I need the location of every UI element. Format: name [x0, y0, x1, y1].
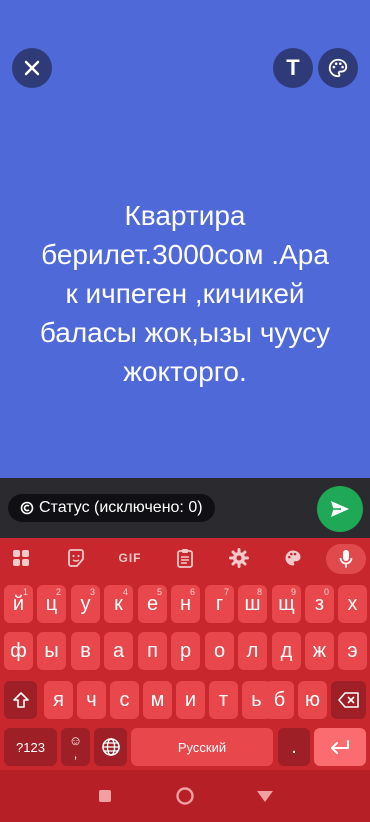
key[interactable]: ч — [77, 681, 106, 719]
symbols-key[interactable]: ?123 — [4, 728, 57, 766]
theme-palette-icon[interactable] — [280, 546, 306, 570]
key[interactable]: б — [265, 681, 294, 719]
back-triangle-icon — [257, 791, 273, 802]
privacy-label: Статус (исключено: 0) — [39, 499, 203, 516]
key[interactable]: ж — [305, 632, 334, 670]
status-text[interactable]: Квартира берилет.3000сом .Ара к ичпеген … — [20, 196, 350, 391]
sticker-icon[interactable] — [63, 546, 89, 570]
key[interactable]: с — [110, 681, 139, 719]
key[interactable]: з0 — [305, 585, 334, 623]
key-row-3: я ч с м и т ь б ю — [0, 681, 370, 721]
key[interactable]: а — [104, 632, 133, 670]
key[interactable]: я — [44, 681, 73, 719]
voice-input-button[interactable] — [326, 544, 366, 574]
key[interactable]: ш8 — [238, 585, 267, 623]
recents-button[interactable] — [95, 786, 115, 806]
language-key[interactable] — [94, 728, 127, 766]
status-canvas[interactable]: T Квартира берилет.3000сом .Ара к ичпеге… — [0, 0, 370, 478]
back-button[interactable] — [255, 786, 275, 806]
send-icon — [331, 501, 349, 517]
shift-key[interactable] — [4, 681, 37, 719]
key[interactable]: г7 — [205, 585, 234, 623]
key[interactable]: т — [209, 681, 238, 719]
key[interactable]: ы — [37, 632, 66, 670]
square-icon — [99, 790, 111, 802]
key-row-2: ф ы в а п р о л д ж э — [0, 632, 370, 672]
period-key[interactable]: . — [278, 728, 310, 766]
key[interactable]: е5 — [138, 585, 167, 623]
key[interactable]: л — [238, 632, 267, 670]
close-icon — [24, 60, 40, 76]
key[interactable]: х — [338, 585, 367, 623]
key[interactable]: ю — [298, 681, 327, 719]
privacy-icon — [20, 501, 34, 515]
enter-key[interactable] — [314, 728, 366, 766]
space-bar[interactable]: Русский — [131, 728, 273, 766]
key[interactable]: щ9 — [272, 585, 301, 623]
key[interactable]: у3 — [71, 585, 100, 623]
key[interactable]: д — [272, 632, 301, 670]
backspace-key[interactable] — [331, 681, 366, 719]
key[interactable]: о — [205, 632, 234, 670]
clipboard-icon[interactable] — [172, 546, 198, 570]
keyboard: GIF й 1 ц 2 у 3 к 4 е 5 н 6 г 7 ш 8 щ 9 … — [0, 538, 370, 770]
send-button[interactable] — [317, 486, 363, 532]
key[interactable]: ц2 — [37, 585, 66, 623]
settings-gear-icon[interactable] — [226, 546, 252, 570]
key[interactable]: к4 — [104, 585, 133, 623]
apps-grid-icon[interactable] — [8, 546, 34, 570]
text-style-label: T — [286, 55, 300, 80]
backspace-icon — [337, 692, 359, 708]
microphone-icon — [339, 550, 353, 568]
home-circle-icon — [176, 787, 194, 805]
key[interactable]: в — [71, 632, 100, 670]
gif-button[interactable]: GIF — [117, 546, 143, 570]
key[interactable]: м — [143, 681, 172, 719]
key[interactable]: э — [338, 632, 367, 670]
background-color-button[interactable] — [318, 48, 358, 88]
globe-icon — [101, 738, 120, 756]
privacy-selector[interactable]: Статус (исключено: 0) — [8, 494, 215, 522]
keyboard-toolbar: GIF — [0, 538, 370, 578]
key[interactable]: н6 — [171, 585, 200, 623]
key[interactable]: й1 — [4, 585, 33, 623]
system-navigation-bar — [0, 770, 370, 822]
key[interactable]: п — [138, 632, 167, 670]
palette-icon — [328, 58, 348, 78]
home-button[interactable] — [175, 786, 195, 806]
emoji-comma-key[interactable]: ☺ , — [61, 728, 90, 766]
text-style-button[interactable]: T — [273, 48, 313, 88]
close-button[interactable] — [12, 48, 52, 88]
enter-icon — [331, 740, 349, 754]
key[interactable]: и — [176, 681, 205, 719]
key-row-4: ?123 ☺ , Русский . — [0, 728, 370, 768]
status-bottom-bar: Статус (исключено: 0) — [0, 478, 370, 538]
shift-icon — [12, 692, 29, 708]
key-row-1: й1 ц2 у3 к4 е5 н6 г7 ш8 щ9 з0 х — [0, 585, 370, 625]
key[interactable]: ф — [4, 632, 33, 670]
key[interactable]: р — [171, 632, 200, 670]
